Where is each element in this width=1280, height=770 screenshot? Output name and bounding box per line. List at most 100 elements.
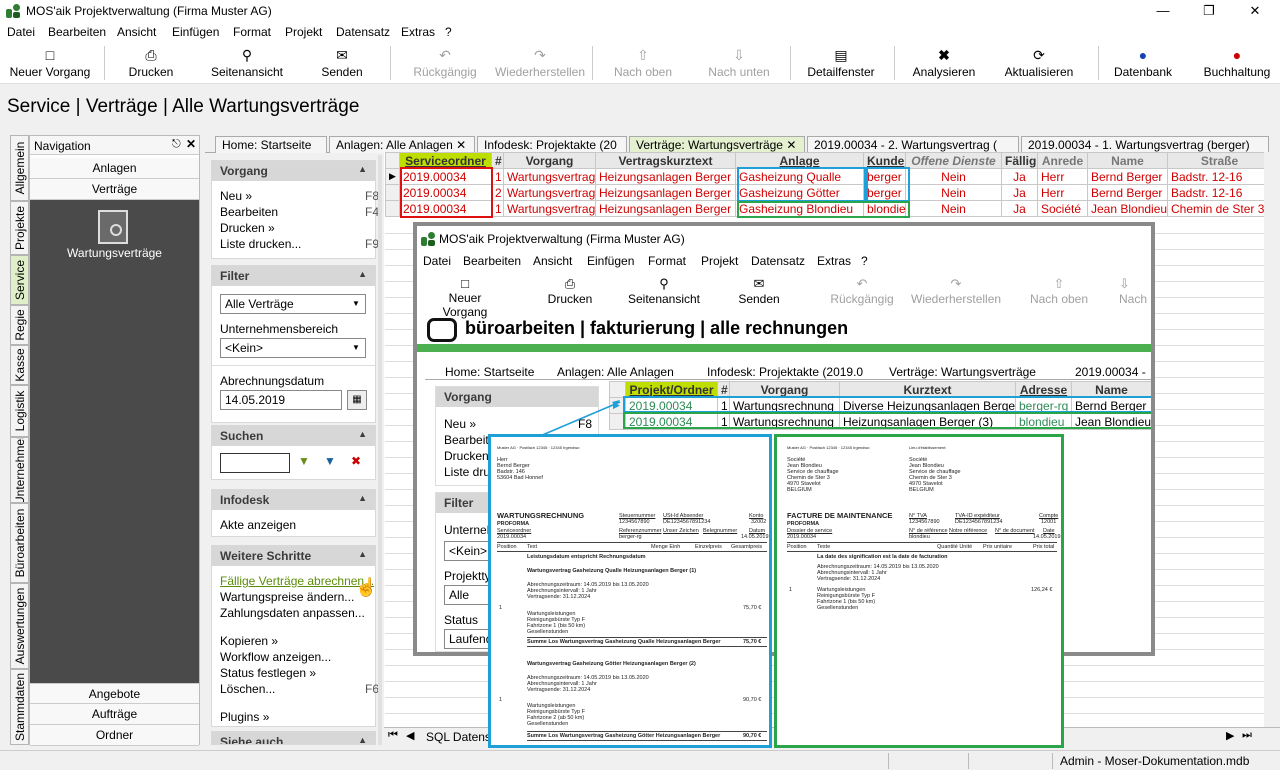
nav-auftraege[interactable]: Aufträge <box>30 704 199 725</box>
cell-vorgang[interactable]: Wartungsvertrag <box>503 168 596 185</box>
section-header[interactable]: Vorgang ▲ <box>212 161 375 181</box>
section-header[interactable]: Siehe auch ▲ <box>212 732 375 744</box>
col-number[interactable]: # <box>491 152 504 169</box>
vtab-stammdaten[interactable]: Stammdaten <box>10 669 29 745</box>
detail-window-button[interactable]: ▤ Detailfenster <box>804 42 878 84</box>
cell-strasse[interactable]: Badstr. 12-16 <box>1167 168 1272 185</box>
col-anrede[interactable]: Anrede <box>1037 152 1088 169</box>
vtab-unternehmer[interactable]: Unternehmer <box>10 437 29 503</box>
vtab-service[interactable]: Service <box>10 255 29 305</box>
action-show-file[interactable]: Akte anzeigen <box>220 518 296 532</box>
cell-kurztext[interactable]: Heizungsanlagen Berger <box>595 168 736 185</box>
next-record-icon[interactable]: ▶ <box>1226 729 1234 742</box>
menu-extras[interactable]: Extras <box>401 25 435 39</box>
menu-projekt[interactable]: Projekt <box>285 25 322 39</box>
cell-name[interactable]: Bernd Berger <box>1087 168 1168 185</box>
first-record-icon[interactable]: ⏮ <box>388 729 398 742</box>
collapse-icon[interactable]: ▲ <box>358 735 367 744</box>
undo-button[interactable]: ↶ Rückgängig <box>410 42 480 84</box>
menu-datei[interactable]: Datei <box>7 25 35 39</box>
col-offene-dienste[interactable]: Offene Dienste <box>905 152 1002 169</box>
section-header[interactable]: Filter ▲ <box>212 266 375 286</box>
menu-ansicht[interactable]: Ansicht <box>117 25 156 39</box>
cell-name[interactable]: Bernd Berger <box>1087 184 1168 201</box>
collapse-icon[interactable]: ▲ <box>358 493 367 503</box>
action-show-workflow[interactable]: Workflow anzeigen... <box>220 650 331 664</box>
page-preview-button[interactable]: ⚲ Seitenansicht <box>206 42 288 84</box>
cell-number[interactable]: 2 <box>491 184 504 201</box>
database-button[interactable]: ● Datenbank <box>1110 42 1176 84</box>
col-name[interactable]: Name <box>1087 152 1168 169</box>
filter-icon[interactable]: ▼ <box>294 454 314 472</box>
last-record-icon[interactable]: ⏭ <box>1242 729 1252 742</box>
action-new[interactable]: Neu » F8 <box>220 189 379 203</box>
collapse-icon[interactable]: ▲ <box>358 164 367 174</box>
collapse-icon[interactable]: ▲ <box>358 269 367 279</box>
cell-kurztext[interactable]: Heizungsanlagen Berger <box>595 184 736 201</box>
move-down-button[interactable]: ⇩ Nach unten <box>704 42 774 84</box>
cell-anrede[interactable]: Herr <box>1037 184 1088 201</box>
section-header[interactable]: Infodesk ▲ <box>212 490 375 510</box>
action-change-prices[interactable]: Wartungspreise ändern... <box>220 590 354 604</box>
cell-offene-dienste[interactable]: Nein <box>905 168 1002 185</box>
vtab-regie[interactable]: Regie <box>10 305 29 345</box>
accounting-button[interactable]: ● Buchhaltung <box>1198 42 1276 84</box>
contract-icon[interactable] <box>98 210 128 244</box>
row-selector[interactable] <box>385 184 400 201</box>
prev-record-icon[interactable]: ◀ <box>406 729 414 742</box>
col-vertragskurztext[interactable]: Vertragskurztext <box>595 152 736 169</box>
cell-faellig[interactable]: Ja <box>1001 184 1038 201</box>
vtab-logistik[interactable]: Logistik <box>10 385 29 437</box>
vtab-auswertungen[interactable]: Auswertungen <box>10 583 29 669</box>
analyze-button[interactable]: ✖ Analysieren <box>910 42 978 84</box>
send-button[interactable]: ✉ Senden <box>316 42 368 84</box>
filter-list-icon[interactable]: ▼ <box>320 454 340 472</box>
tab-home[interactable]: Home: Startseite <box>215 136 327 153</box>
tab-contract-2[interactable]: 2019.00034 - 2. Wartungsvertrag ( <box>807 136 1019 153</box>
tab-vertraege[interactable]: Verträge: Wartungsverträge ✕ <box>629 136 805 153</box>
col-faellig[interactable]: Fällig <box>1001 152 1038 169</box>
section-header[interactable]: Weitere Schritte ▲ <box>212 546 375 566</box>
cell-faellig[interactable]: Ja <box>1001 200 1038 217</box>
action-copy[interactable]: Kopieren » <box>220 634 278 648</box>
clear-filter-icon[interactable]: ✖ <box>346 454 366 472</box>
cell-strasse[interactable]: Badstr. 12-16 <box>1167 184 1272 201</box>
minimize-button[interactable]: — <box>1140 0 1186 22</box>
tab-close-icon[interactable]: ✕ <box>456 138 466 152</box>
vtab-kasse[interactable]: Kasse <box>10 345 29 385</box>
nav-angebote[interactable]: Angebote <box>30 683 199 704</box>
action-edit[interactable]: Bearbeiten F4 <box>220 205 379 219</box>
cell-number[interactable]: 1 <box>491 168 504 185</box>
cell-offene-dienste[interactable]: Nein <box>905 200 1002 217</box>
close-window-button[interactable]: ✕ <box>1232 0 1278 22</box>
nav-vertraege[interactable]: Verträge <box>30 179 199 200</box>
vertical-scrollbar[interactable] <box>1264 152 1280 727</box>
maximize-button[interactable]: ❐ <box>1186 0 1232 22</box>
tab-infodesk[interactable]: Infodesk: Projektakte (20 <box>477 136 627 153</box>
close-icon[interactable]: ✕ <box>186 137 196 151</box>
menu-einfuegen[interactable]: Einfügen <box>172 25 219 39</box>
col-strasse[interactable]: Straße <box>1167 152 1272 169</box>
cell-name[interactable]: Jean Blondieu <box>1087 200 1168 217</box>
pin-icon[interactable]: ⎋ <box>172 138 181 151</box>
section-header[interactable]: Suchen ▲ <box>212 426 375 446</box>
collapse-icon[interactable]: ▲ <box>358 549 367 559</box>
action-set-status[interactable]: Status festlegen » <box>220 666 316 680</box>
action-plugins[interactable]: Plugins » <box>220 710 269 724</box>
cell-faellig[interactable]: Ja <box>1001 168 1038 185</box>
collapse-icon[interactable]: ▲ <box>358 429 367 439</box>
nav-feature-wartungsvertraege[interactable]: Wartungsverträge <box>30 246 199 260</box>
tab-close-icon[interactable]: ✕ <box>786 138 796 152</box>
search-input[interactable] <box>220 453 290 473</box>
cell-anrede[interactable]: Société <box>1037 200 1088 217</box>
tab-contract-1[interactable]: 2019.00034 - 1. Wartungsvertrag (berger) <box>1021 136 1269 153</box>
vtab-bueroarbeiten[interactable]: Büroarbeiten <box>10 503 29 583</box>
menu-help[interactable]: ? <box>445 25 452 39</box>
panel-scrollbar[interactable] <box>378 155 382 745</box>
cell-vorgang[interactable]: Wartungsvertrag <box>503 200 596 217</box>
print-button[interactable]: ⎙ Drucken <box>118 42 184 84</box>
tab-anlagen[interactable]: Anlagen: Alle Anlagen ✕ <box>329 136 475 153</box>
action-print[interactable]: Drucken » <box>220 221 275 235</box>
action-print-list[interactable]: Liste drucken... F9 <box>220 237 379 251</box>
new-vorgang-button[interactable]: □ Neuer Vorgang <box>6 42 94 84</box>
